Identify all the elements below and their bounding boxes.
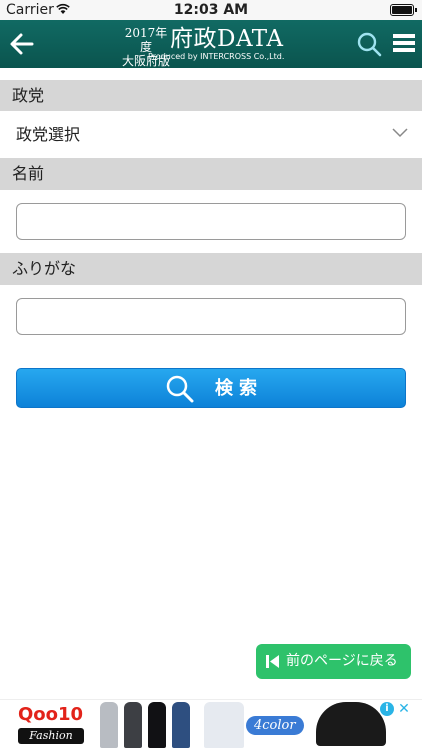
logo-title: 府政DATA	[170, 26, 284, 52]
clock: 12:03 AM	[173, 2, 249, 18]
previous-page-button[interactable]: 前のページに戻る	[256, 644, 411, 679]
search-button-label: 検索	[215, 378, 263, 399]
search-icon[interactable]	[356, 31, 382, 57]
ad-brand-logo: Qoo10 Fashion	[18, 704, 84, 744]
name-section-header: 名前	[0, 158, 422, 190]
party-section-header: 政党	[0, 80, 422, 112]
search-icon	[166, 375, 194, 403]
name-input[interactable]	[16, 203, 406, 240]
furigana-section-header: ふりがな	[0, 253, 422, 285]
ad-product-image	[316, 702, 386, 746]
ad-color-tag: 4color	[246, 716, 304, 735]
chevron-down-icon	[392, 128, 408, 138]
app-logo: 2017年度 大阪府版 府政DATA Produced by INTERCROS…	[118, 24, 308, 68]
party-select-value: 政党選択	[16, 125, 81, 144]
furigana-input[interactable]	[16, 298, 406, 335]
ad-product-image	[148, 702, 166, 748]
ad-close-icon[interactable]: ✕	[397, 701, 411, 717]
menu-icon[interactable]	[393, 34, 415, 54]
previous-page-label: 前のページに戻る	[286, 653, 398, 669]
ad-info-icon[interactable]: i	[380, 702, 394, 716]
nav-bar: 2017年度 大阪府版 府政DATA Produced by INTERCROS…	[0, 20, 422, 68]
ad-banner[interactable]: Qoo10 Fashion 4color i ✕	[0, 699, 422, 750]
ad-product-image	[172, 702, 190, 748]
back-triangle-icon	[266, 655, 279, 668]
party-select[interactable]: 政党選択	[0, 111, 422, 158]
logo-produced-by: Produced by INTERCROSS Co.,Ltd.	[148, 52, 285, 61]
status-bar: Carrier 12:03 AM	[0, 0, 422, 20]
ad-product-image	[204, 702, 244, 748]
back-arrow-icon[interactable]	[8, 30, 36, 58]
ad-product-image	[100, 702, 118, 748]
search-button[interactable]: 検索	[16, 368, 406, 408]
ad-product-image	[124, 702, 142, 748]
battery-icon	[390, 4, 417, 16]
